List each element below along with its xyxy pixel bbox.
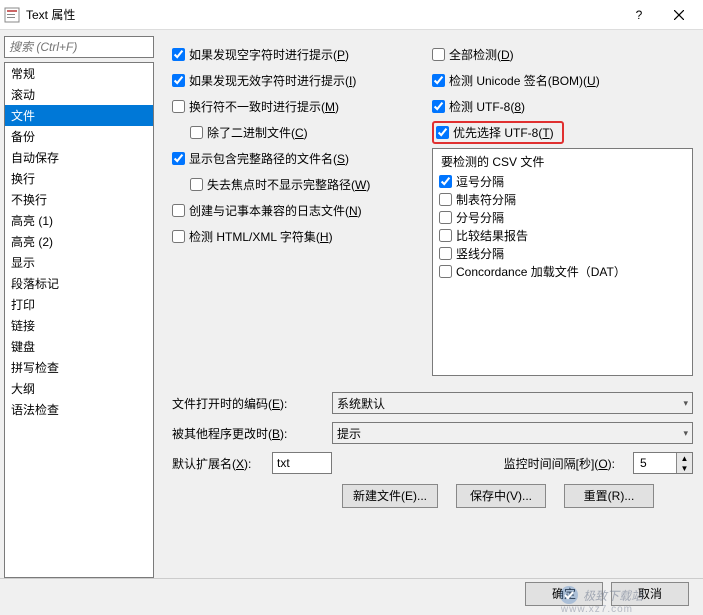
csv-item[interactable]: 制表符分隔 xyxy=(439,190,686,208)
category-list[interactable]: 常规滚动文件备份自动保存换行不换行高亮 (1)高亮 (2)显示段落标记打印链接键… xyxy=(4,62,154,578)
dialog-body: 常规滚动文件备份自动保存换行不换行高亮 (1)高亮 (2)显示段落标记打印链接键… xyxy=(0,30,703,578)
check-exclude-binary[interactable]: 除了二进制文件(C) xyxy=(190,122,432,142)
csv-item[interactable]: 竖线分隔 xyxy=(439,244,686,262)
options-col-b: 全部检测(D) 检测 Unicode 签名(BOM)(U) 检测 UTF-8(8… xyxy=(432,44,693,376)
encoding-label: 文件打开时的编码(E): xyxy=(172,395,332,412)
csv-item[interactable]: 分号分隔 xyxy=(439,208,686,226)
category-item[interactable]: 打印 xyxy=(5,294,153,315)
form-rows: 文件打开时的编码(E): 系统默认▾ 被其他程序更改时(B): 提示▾ 默认扩展… xyxy=(172,392,693,508)
check-hide-path-unfocus[interactable]: 失去焦点时不显示完整路径(W) xyxy=(190,174,432,194)
check-detect-all[interactable]: 全部检测(D) xyxy=(432,44,693,64)
category-item[interactable]: 语法检查 xyxy=(5,399,153,420)
checkbox[interactable] xyxy=(172,100,185,113)
check-newline-mismatch[interactable]: 换行符不一致时进行提示(M) xyxy=(172,96,432,116)
category-item[interactable]: 段落标记 xyxy=(5,273,153,294)
bottom-bar: 确定 取消 极致下载站 www.xz7.com xyxy=(0,578,703,608)
help-button[interactable]: ? xyxy=(619,0,659,30)
window-title: Text 属性 xyxy=(26,6,619,23)
category-item[interactable]: 拼写检查 xyxy=(5,357,153,378)
category-item[interactable]: 文件 xyxy=(5,105,153,126)
category-item[interactable]: 链接 xyxy=(5,315,153,336)
csv-item[interactable]: 逗号分隔 xyxy=(439,172,686,190)
titlebar: Text 属性 ? xyxy=(0,0,703,30)
category-item[interactable]: 显示 xyxy=(5,252,153,273)
checkbox[interactable] xyxy=(432,100,445,113)
check-prefer-utf8-highlighted[interactable]: 优先选择 UTF-8(T) xyxy=(432,122,693,142)
check-notepad-log[interactable]: 创建与记事本兼容的日志文件(N) xyxy=(172,200,432,220)
checkbox[interactable] xyxy=(172,204,185,217)
reset-button[interactable]: 重置(R)... xyxy=(564,484,654,508)
csv-item[interactable]: Concordance 加载文件（DAT） xyxy=(439,262,686,280)
check-detect-utf8[interactable]: 检测 UTF-8(8) xyxy=(432,96,693,116)
monitor-label: 监控时间间隔[秒](O): xyxy=(504,455,615,472)
save-in-button[interactable]: 保存中(V)... xyxy=(456,484,546,508)
options-col-a: 如果发现空字符时进行提示(P) 如果发现无效字符时进行提示(I) 换行符不一致时… xyxy=(172,44,432,376)
monitor-spinner[interactable]: 5 ▲▼ xyxy=(633,452,693,474)
csv-title: 要检测的 CSV 文件 xyxy=(439,153,686,170)
checkbox[interactable] xyxy=(439,211,452,224)
spin-up-icon[interactable]: ▲ xyxy=(677,453,692,463)
close-button[interactable] xyxy=(659,0,699,30)
category-item[interactable]: 键盘 xyxy=(5,336,153,357)
cancel-button[interactable]: 取消 xyxy=(611,582,689,606)
checkbox[interactable] xyxy=(190,126,203,139)
close-icon xyxy=(674,10,684,20)
category-item[interactable]: 不换行 xyxy=(5,189,153,210)
category-item[interactable]: 大纲 xyxy=(5,378,153,399)
right-column: 如果发现空字符时进行提示(P) 如果发现无效字符时进行提示(I) 换行符不一致时… xyxy=(158,30,703,578)
checkbox[interactable] xyxy=(439,193,452,206)
checkbox[interactable] xyxy=(439,175,452,188)
csv-item[interactable]: 比较结果报告 xyxy=(439,226,686,244)
spin-down-icon[interactable]: ▼ xyxy=(677,463,692,473)
check-show-full-path[interactable]: 显示包含完整路径的文件名(S) xyxy=(172,148,432,168)
checkbox[interactable] xyxy=(439,247,452,260)
checkbox[interactable] xyxy=(190,178,203,191)
category-item[interactable]: 换行 xyxy=(5,168,153,189)
checkbox[interactable] xyxy=(172,74,185,87)
check-detect-unicode[interactable]: 检测 Unicode 签名(BOM)(U) xyxy=(432,70,693,90)
app-icon xyxy=(4,7,20,23)
ext-input[interactable] xyxy=(272,452,332,474)
encoding-select[interactable]: 系统默认▾ xyxy=(332,392,693,414)
check-prompt-empty[interactable]: 如果发现空字符时进行提示(P) xyxy=(172,44,432,64)
checkbox[interactable] xyxy=(432,74,445,87)
category-item[interactable]: 自动保存 xyxy=(5,147,153,168)
watermark-sub: www.xz7.com xyxy=(561,604,633,615)
category-item[interactable]: 高亮 (1) xyxy=(5,210,153,231)
ok-button[interactable]: 确定 xyxy=(525,582,603,606)
left-column: 常规滚动文件备份自动保存换行不换行高亮 (1)高亮 (2)显示段落标记打印链接键… xyxy=(0,30,158,578)
checkbox[interactable] xyxy=(172,152,185,165)
chevron-down-icon: ▾ xyxy=(683,428,688,439)
checkbox[interactable] xyxy=(172,230,185,243)
checkbox[interactable] xyxy=(172,48,185,61)
search-input[interactable] xyxy=(4,36,154,58)
checkbox[interactable] xyxy=(439,265,452,278)
check-prompt-invalid[interactable]: 如果发现无效字符时进行提示(I) xyxy=(172,70,432,90)
new-file-button[interactable]: 新建文件(E)... xyxy=(342,484,438,508)
category-item[interactable]: 滚动 xyxy=(5,84,153,105)
changed-select[interactable]: 提示▾ xyxy=(332,422,693,444)
category-item[interactable]: 常规 xyxy=(5,63,153,84)
check-detect-html[interactable]: 检测 HTML/XML 字符集(H) xyxy=(172,226,432,246)
category-item[interactable]: 高亮 (2) xyxy=(5,231,153,252)
csv-detect-box: 要检测的 CSV 文件 逗号分隔制表符分隔分号分隔比较结果报告竖线分隔Conco… xyxy=(432,148,693,376)
chevron-down-icon: ▾ xyxy=(683,398,688,409)
changed-label: 被其他程序更改时(B): xyxy=(172,425,332,442)
category-item[interactable]: 备份 xyxy=(5,126,153,147)
checkbox[interactable] xyxy=(439,229,452,242)
ext-label: 默认扩展名(X): xyxy=(172,455,272,472)
checkbox[interactable] xyxy=(432,48,445,61)
checkbox[interactable] xyxy=(436,126,449,139)
